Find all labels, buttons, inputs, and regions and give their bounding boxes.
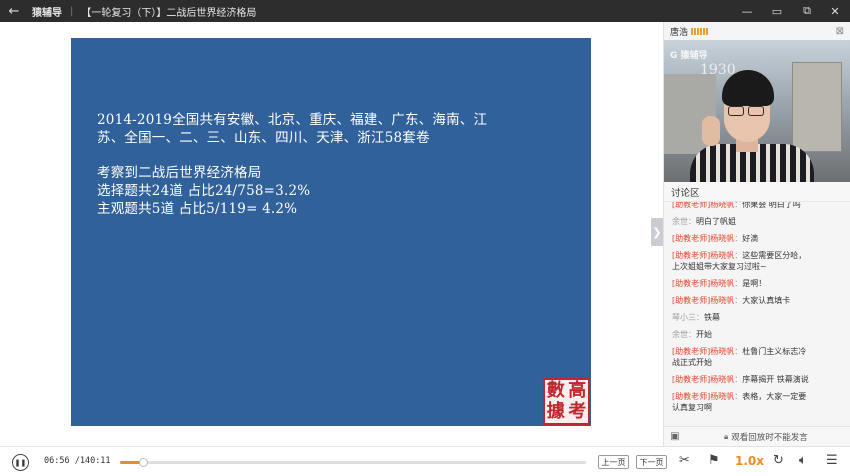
slide-text-line: 选择题共24道 占比24/758=3.2% <box>97 183 311 199</box>
total-time: /140:11 <box>74 456 111 466</box>
chat-text: 大家认真填卡 <box>742 296 791 305</box>
chat-message: [助教老师]杨晓帆：大家认真填卡 <box>672 296 791 305</box>
chat-message: [助教老师]杨晓帆：好滴 <box>672 234 759 243</box>
progress-bar[interactable] <box>120 458 586 467</box>
title-bar: ← 猿辅导 | 【一轮复习（下）】二战后世界经济格局 — ▭ ⧉ ✕ <box>0 0 850 22</box>
slide-text-line: 考察到二战后世界经济格局 <box>97 165 262 181</box>
chat-sender: [助教老师]杨晓帆 <box>672 251 735 260</box>
current-time: 06:56 <box>44 456 70 466</box>
slide-text-line: 苏、全国一、二、三、山东、四川、天津、浙江58套卷 <box>97 130 430 146</box>
teacher-name: 唐浩 <box>670 27 689 38</box>
volume-icon[interactable]: 🔈︎ <box>799 453 807 468</box>
seal-stamp: 數 高 據 考 <box>543 378 590 425</box>
discussion-header: 讨论区 <box>664 182 850 202</box>
chat-text: 开始 <box>696 330 712 339</box>
chat-sender: 琴小三 <box>672 313 696 322</box>
chat-sender: [助教老师]杨晓帆 <box>672 347 735 356</box>
chat-sender: 余世 <box>672 330 688 339</box>
chat-sender: [助教老师]杨晓帆 <box>672 296 735 305</box>
chat-message: [助教老师]杨晓帆：序幕揭开 铁幕演说 <box>672 375 809 384</box>
caption-icon[interactable]: ▣ <box>664 431 686 442</box>
flag-icon[interactable]: ⚑ <box>708 453 720 468</box>
loop-icon[interactable]: ↻ <box>773 453 784 468</box>
pause-button[interactable]: ❚❚ <box>12 454 29 471</box>
seal-char: 數 <box>546 379 565 401</box>
chat-message: [助教老师]杨晓帆：这些需要区分哈，上次姐姐带大家复习过啦~ <box>672 251 807 271</box>
discussion-title: 讨论区 <box>671 187 700 199</box>
chat-sender: [助教老师]杨晓帆 <box>672 279 735 288</box>
slide-text-line: 2014-2019全国共有安徽、北京、重庆、福建、广东、海南、江 <box>97 112 488 128</box>
chat-sender: 余世 <box>672 217 688 226</box>
seal-char: 據 <box>546 401 565 423</box>
chat-text: 是啊！ <box>742 279 767 288</box>
tools-icon[interactable]: ✂ <box>679 453 690 468</box>
chat-message: 琴小三：铁幕 <box>672 313 720 322</box>
course-title: 【一轮复习（下）】二战后世界经济格局 <box>81 7 257 19</box>
app-window: ← 猿辅导 | 【一轮复习（下）】二战后世界经济格局 — ▭ ⧉ ✕ 2014-… <box>0 0 850 476</box>
chat-message: [助教老师]杨晓帆：是啊！ <box>672 279 767 288</box>
chat-text: 序幕揭开 铁幕演说 <box>742 375 809 384</box>
progress-knob[interactable] <box>139 458 149 467</box>
chat-text: 好滴 <box>742 234 759 243</box>
chat-message: [助教老师]杨晓帆：你果会 明白了吗 <box>672 202 801 209</box>
chat-sender: [助教老师]杨晓帆 <box>672 392 735 401</box>
no-chat-notice: 观看回放时不能发言 <box>731 432 808 443</box>
chat-text: 明白了帆姐 <box>696 217 736 226</box>
chat-sender: [助教老师]杨晓帆 <box>672 375 735 384</box>
menu-icon[interactable]: ☰ <box>826 453 838 468</box>
app-name: 猿辅导 <box>32 7 62 19</box>
chat-text: 你果会 明白了吗 <box>742 202 801 209</box>
maximize-icon[interactable]: ⧉ <box>792 0 822 22</box>
back-arrow-icon[interactable]: ← <box>0 4 28 19</box>
chevron-right-icon: ❯ <box>652 225 662 239</box>
teacher-bar: 唐浩 ⊠ <box>664 22 850 40</box>
chat-sender: [助教老师]杨晓帆 <box>672 234 735 243</box>
restore-icon[interactable]: ▭ <box>762 0 792 22</box>
speed-button[interactable]: 1.0x <box>735 454 764 468</box>
chat-text: 铁幕 <box>704 313 720 322</box>
minimize-icon[interactable]: — <box>732 0 762 22</box>
title-separator: | <box>70 5 74 17</box>
teacher-camera-feed: G 猿辅导 1930 <box>664 40 850 182</box>
chat-message: [助教老师]杨晓帆：表格，大家一定要认真复习啊 <box>672 392 807 412</box>
chat-list[interactable]: [助教老师]杨晓帆：你果会 明白了吗 余世：明白了帆姐 [助教老师]杨晓帆：好滴 [助… <box>664 202 850 427</box>
playback-controls: ❚❚ 06:56 /140:11 上一页 下一页 ✂ ⚑ 1.0x ↻ 🔈︎ ☰ <box>0 446 850 476</box>
signal-strength-icon <box>691 27 709 35</box>
side-panel: 唐浩 ⊠ G 猿辅导 1930 讨论区 [助教老师]杨晓帆：你果会 明白了吗 余世… <box>663 22 850 446</box>
slide-text-line: 主观题共5道 占比5/119= 4.2% <box>97 201 298 217</box>
seal-char: 考 <box>568 401 587 423</box>
chat-sender: [助教老师]杨晓帆 <box>672 202 735 209</box>
chat-footer: ▣ 🔒︎ 观看回放时不能发言 <box>664 426 850 446</box>
playback-time: 06:56 /140:11 <box>44 456 111 466</box>
seal-char: 高 <box>568 379 587 401</box>
lock-icon: 🔒︎ <box>724 431 729 441</box>
chat-message: 余世：明白了帆姐 <box>672 217 736 226</box>
video-stage[interactable]: 2014-2019全国共有安徽、北京、重庆、福建、广东、海南、江 苏、全国一、二… <box>0 22 663 446</box>
next-page-button[interactable]: 下一页 <box>636 455 667 469</box>
close-icon[interactable]: ✕ <box>820 0 850 22</box>
camera-logo: G 猿辅导 <box>670 51 708 61</box>
chat-message: [助教老师]杨晓帆：杜鲁门主义标志冷战正式开始 <box>672 347 807 367</box>
chat-message: 余世：开始 <box>672 330 712 339</box>
prev-page-button[interactable]: 上一页 <box>598 455 629 469</box>
pause-icon: ❚❚ <box>14 458 27 467</box>
lecture-slide: 2014-2019全国共有安徽、北京、重庆、福建、广东、海南、江 苏、全国一、二… <box>71 38 591 426</box>
panel-collapse-toggle[interactable]: ❯ <box>651 218 663 246</box>
camera-off-icon[interactable]: ⊠ <box>836 26 844 37</box>
